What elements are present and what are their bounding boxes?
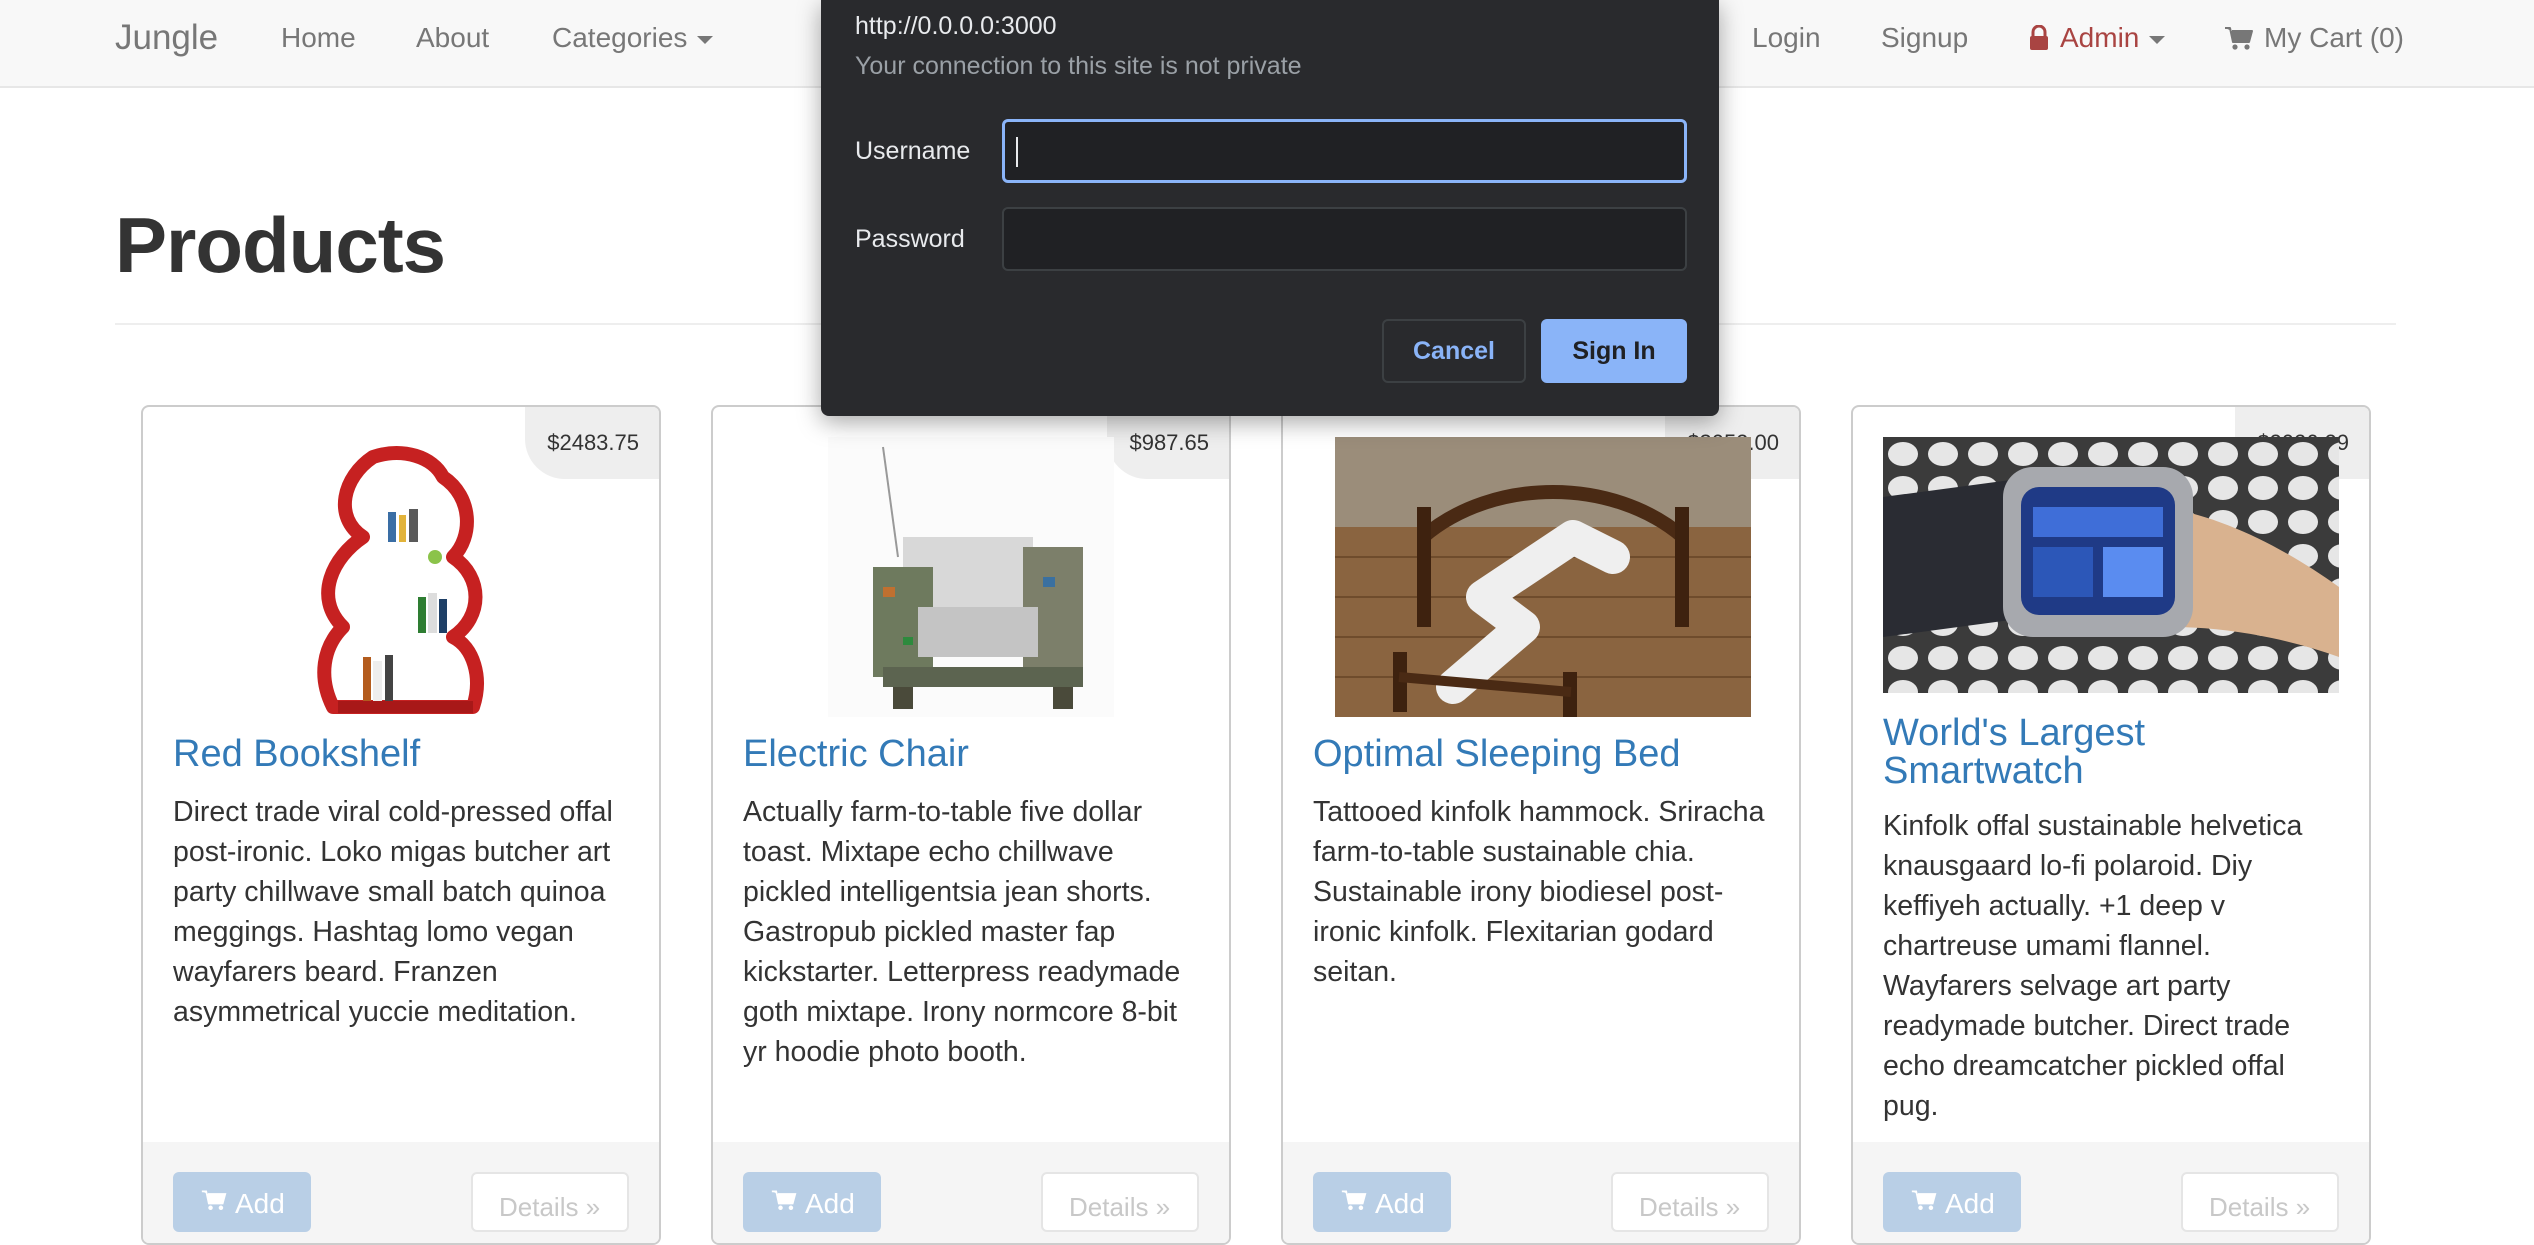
chevron-down-icon <box>2149 36 2166 44</box>
details-button[interactable]: Details » <box>2181 1172 2339 1232</box>
details-button[interactable]: Details » <box>471 1172 629 1232</box>
product-card: $3052.00 Optimal Sleeping Bed Tattooed k… <box>1281 405 1801 1245</box>
product-title[interactable]: World's Largest Smartwatch <box>1883 714 2339 790</box>
product-description: Direct trade viral cold-pressed offal po… <box>173 796 613 1028</box>
add-to-cart-button[interactable]: Add <box>743 1172 881 1232</box>
page-title: Products <box>115 201 446 289</box>
nav-admin-dropdown[interactable]: Admin <box>2028 22 2166 54</box>
text-cursor <box>1016 137 1018 167</box>
nav-home-link[interactable]: Home <box>281 22 356 54</box>
product-description: Tattooed kinfolk hammock. Sriracha farm-… <box>1313 796 1765 988</box>
details-button[interactable]: Details » <box>1611 1172 1769 1232</box>
product-title[interactable]: Optimal Sleeping Bed <box>1313 735 1769 773</box>
password-label: Password <box>855 225 965 253</box>
product-title[interactable]: Red Bookshelf <box>173 735 629 773</box>
add-label: Add <box>1945 1188 1995 1219</box>
add-to-cart-button[interactable]: Add <box>1883 1172 2021 1232</box>
details-button[interactable]: Details » <box>1041 1172 1199 1232</box>
shopping-cart-icon <box>2225 27 2253 50</box>
lock-icon <box>2030 25 2048 50</box>
add-to-cart-button[interactable]: Add <box>1313 1172 1451 1232</box>
shopping-cart-icon <box>1911 1190 1937 1211</box>
password-input[interactable] <box>1002 207 1687 271</box>
nav-login-link[interactable]: Login <box>1752 22 1821 54</box>
sign-in-button[interactable]: Sign In <box>1541 319 1687 383</box>
nav-signup-link[interactable]: Signup <box>1881 22 1968 54</box>
product-card: $2026.29 World's Largest Smartwatch Kinf… <box>1851 405 2371 1245</box>
product-title[interactable]: Electric Chair <box>743 735 1199 773</box>
product-description: Actually farm-to-table five dollar toast… <box>743 796 1181 1068</box>
product-description: Kinfolk offal sustainable helvetica knau… <box>1883 810 2303 1122</box>
bed-image[interactable] <box>1313 437 1769 717</box>
nav-cart-link[interactable]: My Cart (0) <box>2224 22 2404 54</box>
add-label: Add <box>805 1188 855 1219</box>
nav-categories-dropdown[interactable]: Categories <box>552 22 714 54</box>
bookshelf-image[interactable] <box>173 437 629 717</box>
dialog-warning: Your connection to this site is not priv… <box>855 52 1302 80</box>
username-label: Username <box>855 137 971 165</box>
admin-label: Admin <box>2060 22 2140 53</box>
add-to-cart-button[interactable]: Add <box>173 1172 311 1232</box>
cart-label: My Cart (0) <box>2264 22 2404 53</box>
chevron-down-icon <box>697 36 714 44</box>
chair-image[interactable] <box>743 437 1199 717</box>
smartwatch-image[interactable] <box>1883 437 2339 693</box>
brand-link[interactable]: Jungle <box>115 18 218 58</box>
categories-label: Categories <box>552 22 688 53</box>
shopping-cart-icon <box>1341 1190 1367 1211</box>
dialog-url: http://0.0.0.0:3000 <box>855 12 1057 40</box>
username-input[interactable] <box>1002 119 1687 183</box>
http-auth-dialog: http://0.0.0.0:3000 Your connection to t… <box>821 0 1719 416</box>
cancel-button[interactable]: Cancel <box>1382 319 1526 383</box>
product-card: $987.65 Electric Chair Actually farm-to-… <box>711 405 1231 1245</box>
shopping-cart-icon <box>771 1190 797 1211</box>
add-label: Add <box>1375 1188 1425 1219</box>
product-card: $2483.75 Red Bookshelf Direct trade vira… <box>141 405 661 1245</box>
nav-about-link[interactable]: About <box>416 22 489 54</box>
shopping-cart-icon <box>201 1190 227 1211</box>
add-label: Add <box>235 1188 285 1219</box>
